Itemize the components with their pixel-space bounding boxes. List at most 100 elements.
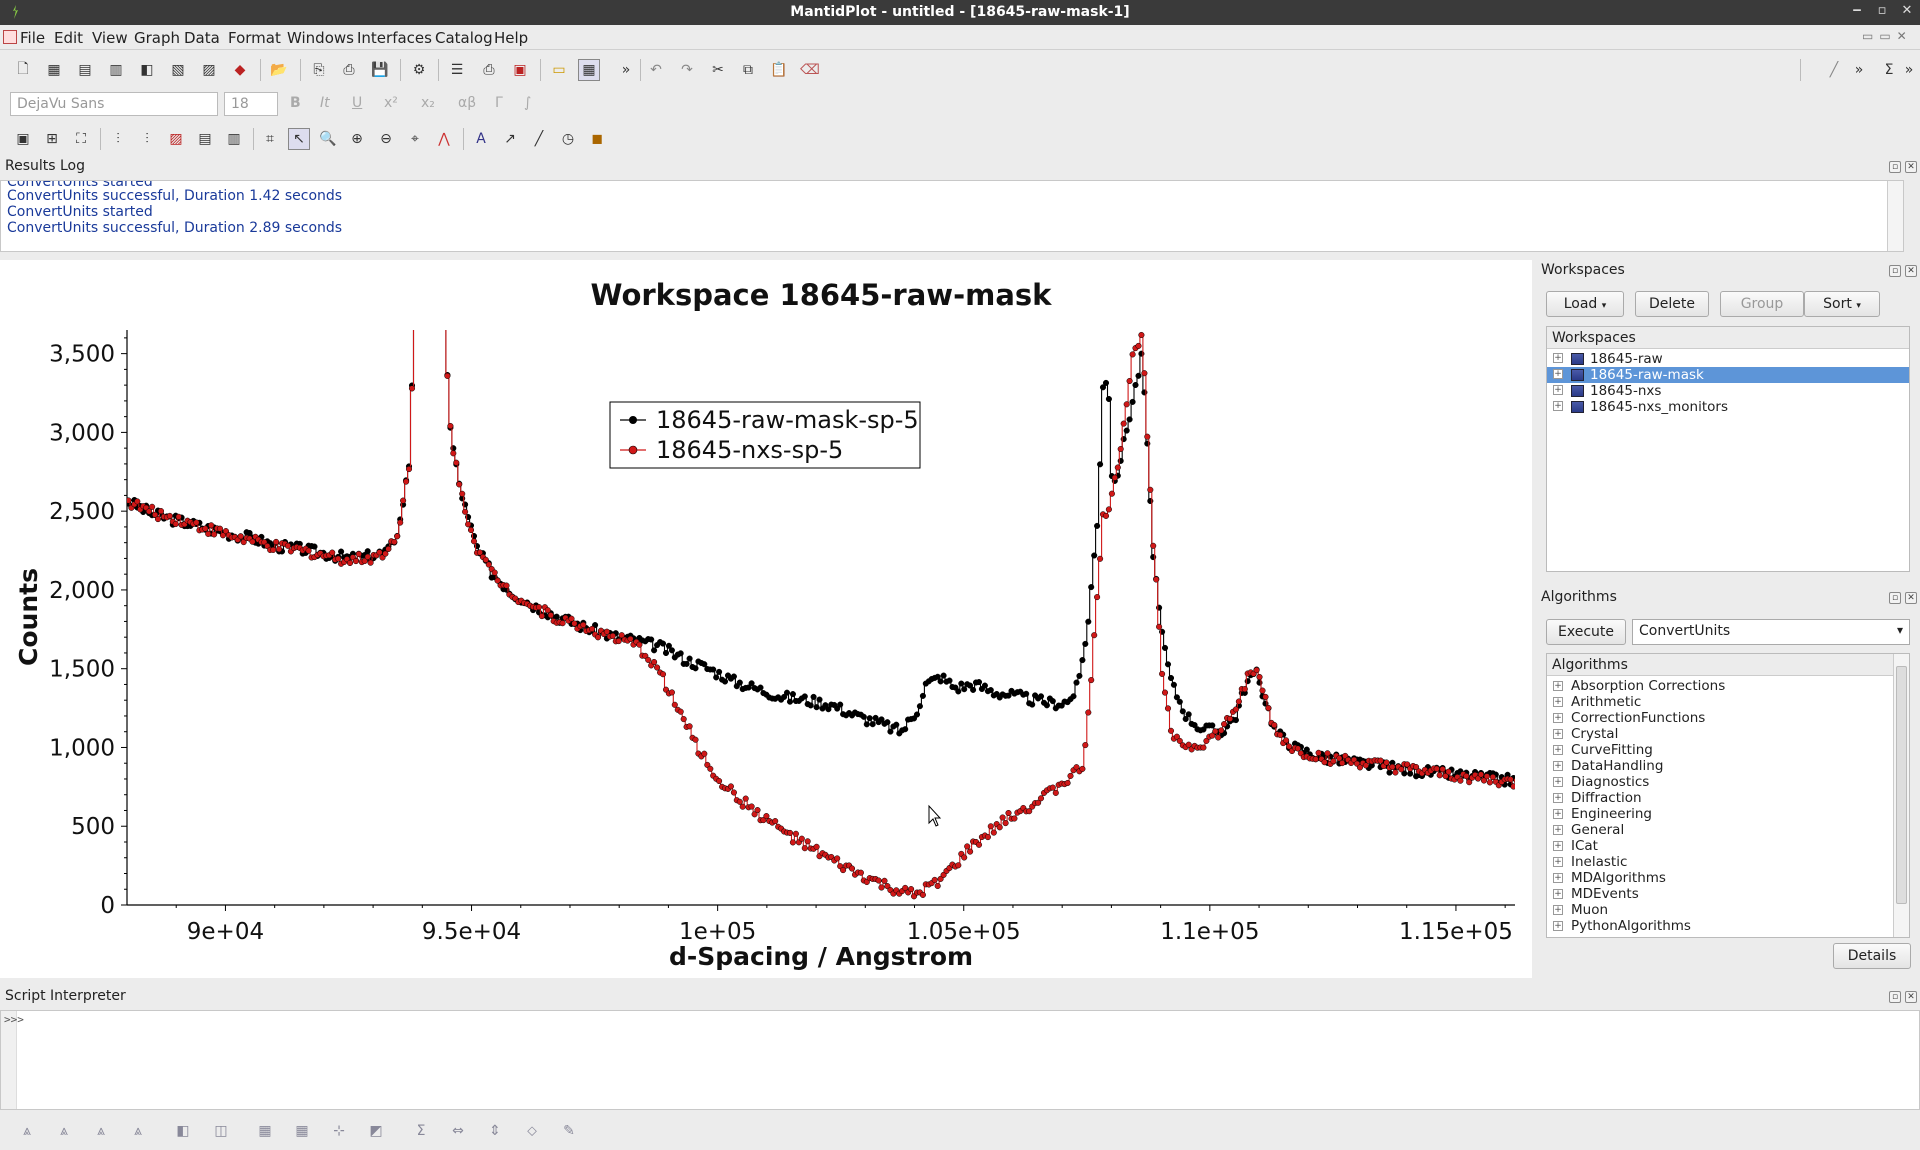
open-template-icon[interactable]: ⎙ [338,59,360,81]
algorithms-tree[interactable]: Algorithms + Absorption Corrections + Arith… [1546,653,1910,938]
sum-icon[interactable]: Σ [410,1120,432,1142]
clear-icon[interactable]: ⌫ [799,59,821,81]
italic-button[interactable]: It [320,95,330,111]
new-legend-icon[interactable]: ▤ [194,128,216,150]
error-bars-2-icon[interactable]: ⫶ [136,128,158,150]
toolbar-overflow-icon[interactable]: » [615,59,637,81]
bold-button[interactable]: B [290,95,301,111]
add-text-label-icon[interactable]: A [470,128,492,150]
algorithm-category[interactable]: + PythonAlgorithms [1547,918,1893,935]
menu-windows[interactable]: Windows [287,29,354,47]
plot-window[interactable]: Workspace 18645-raw-mask d-Spacing / Ang… [0,260,1532,978]
open-folder-icon[interactable]: 📂 [268,59,290,81]
algorithm-category[interactable]: + Engineering [1547,806,1893,823]
workspaces-tree[interactable]: Workspaces +18645-raw +18645-raw-mask +1… [1546,326,1910,572]
plot-canvas[interactable]: Workspace 18645-raw-mask d-Spacing / Ang… [0,260,1530,978]
algorithms-close-icon[interactable]: ✕ [1905,592,1917,604]
expand-icon[interactable]: + [1553,921,1563,931]
superscript-button[interactable]: x² [384,95,398,111]
maximize-button[interactable]: ▫ [1873,3,1891,18]
expand-icon[interactable]: + [1553,369,1563,379]
combo-dropdown-icon[interactable]: ▾ [1897,623,1903,637]
rescale-icon[interactable]: ⛶ [70,128,92,150]
fit-icon[interactable]: ⌗ [259,128,281,150]
workspaces-close-icon[interactable]: ✕ [1905,265,1917,277]
results-log-icon[interactable]: ☰ [446,59,468,81]
save-project-icon[interactable]: 💾 [369,59,391,81]
add-image-icon[interactable]: ◼ [586,128,608,150]
algorithm-category[interactable]: + MDEvents [1547,886,1893,903]
minimize-button[interactable]: ‒ [1848,3,1866,18]
expand-icon[interactable]: + [1553,825,1563,835]
details-button[interactable]: Details [1833,943,1911,969]
algorithm-category[interactable]: + Crystal [1547,726,1893,743]
expand-icon[interactable]: + [1553,905,1563,915]
add-time-stamp-icon[interactable]: ◷ [557,128,579,150]
expand-icon[interactable]: + [1553,761,1563,771]
greek-upper-button[interactable]: Γ [495,95,503,111]
menu-format[interactable]: Format [228,29,281,47]
algorithm-category[interactable]: + Arithmetic [1547,694,1893,711]
algorithm-category[interactable]: + CurveFitting [1547,742,1893,759]
zoom-icon[interactable]: 🔍 [317,128,339,150]
results-log-scrollbar[interactable] [1887,181,1903,251]
menu-view[interactable]: View [92,29,128,47]
expand-icon[interactable]: + [1553,353,1563,363]
plot-3d-polygons-icon[interactable]: ⩓ [90,1120,112,1142]
expand-icon[interactable]: + [1553,713,1563,723]
new-script-icon[interactable]: ◆ [229,59,251,81]
open-project-icon[interactable]: ⎘ [308,59,330,81]
new-project-icon[interactable]: 🗋 [12,59,34,81]
plot-3d-hidden-icon[interactable]: ⩓ [53,1120,75,1142]
menu-interfaces[interactable]: Interfaces [357,29,432,47]
copy-icon[interactable]: ⧉ [737,59,759,81]
print-icon[interactable]: ⎙ [478,59,500,81]
algorithm-category[interactable]: + CorrectionFunctions [1547,710,1893,727]
script-interpreter-panel[interactable]: >>> [0,1010,1920,1110]
expand-icon[interactable]: + [1553,681,1563,691]
underline-button[interactable]: U [352,95,362,111]
toolbar-overflow-right-icon[interactable]: » [1848,59,1870,81]
zoom-in-icon[interactable]: ⊕ [346,128,368,150]
app-menu-icon[interactable] [3,30,17,44]
load-button[interactable]: Load ▾ [1546,291,1624,317]
results-log-close-icon[interactable]: ✕ [1905,161,1917,173]
algorithm-category[interactable]: + Diagnostics [1547,774,1893,791]
delete-button[interactable]: Delete [1635,291,1709,317]
expand-icon[interactable]: + [1553,401,1563,411]
add-layer-icon[interactable]: ▣ [12,128,34,150]
plot-3d-mesh-icon[interactable]: ⩓ [127,1120,149,1142]
plot-3d-wireframe-icon[interactable]: ⩓ [16,1120,38,1142]
algorithm-category[interactable]: + DataHandling [1547,758,1893,775]
plot-3d-frame-icon[interactable]: ◫ [210,1120,232,1142]
expand-icon[interactable]: + [1553,697,1563,707]
load-dropdown-icon[interactable]: ▾ [1602,301,1607,311]
zoom-out-icon[interactable]: ⊖ [375,128,397,150]
subscript-button[interactable]: x₂ [421,95,435,111]
error-bars-icon[interactable]: ⫶ [107,128,129,150]
add-function-icon[interactable]: ▨ [165,128,187,150]
undo-icon[interactable]: ↶ [645,59,667,81]
algorithm-category[interactable]: + Diffraction [1547,790,1893,807]
algorithm-category[interactable]: + Absorption Corrections [1547,678,1893,695]
sort-dropdown-icon[interactable]: ▾ [1856,301,1861,311]
move-horizontal-icon[interactable]: ⇔ [447,1120,469,1142]
algorithms-float-icon[interactable]: ▫ [1889,592,1901,604]
plot-3d-grid-icon[interactable]: ▦ [254,1120,276,1142]
menu-data[interactable]: Data [184,29,220,47]
mdi-window-controls[interactable]: ▭▭✕ [1862,29,1916,45]
menu-catalog[interactable]: Catalog [435,29,493,47]
plot-3d-grid2-icon[interactable]: ▦ [291,1120,313,1142]
plot-3d-axes-icon[interactable]: ⊹ [328,1120,350,1142]
draw-arrow-icon[interactable]: ↗ [499,128,521,150]
new-matrix-icon[interactable]: ▤ [74,59,96,81]
new-graph-icon[interactable]: ◧ [136,59,158,81]
algorithm-category[interactable]: + Muon [1547,902,1893,919]
sigma-icon[interactable]: Σ [1878,59,1900,81]
export-pdf-icon[interactable]: ▣ [509,59,531,81]
algorithm-category[interactable]: + Inelastic [1547,854,1893,871]
new-table-icon[interactable]: ▦ [43,59,65,81]
font-family-select[interactable]: DejaVu Sans [10,92,218,116]
project-explorer-icon[interactable]: ▭ [548,59,570,81]
integral-button[interactable]: ∫ [524,95,531,111]
